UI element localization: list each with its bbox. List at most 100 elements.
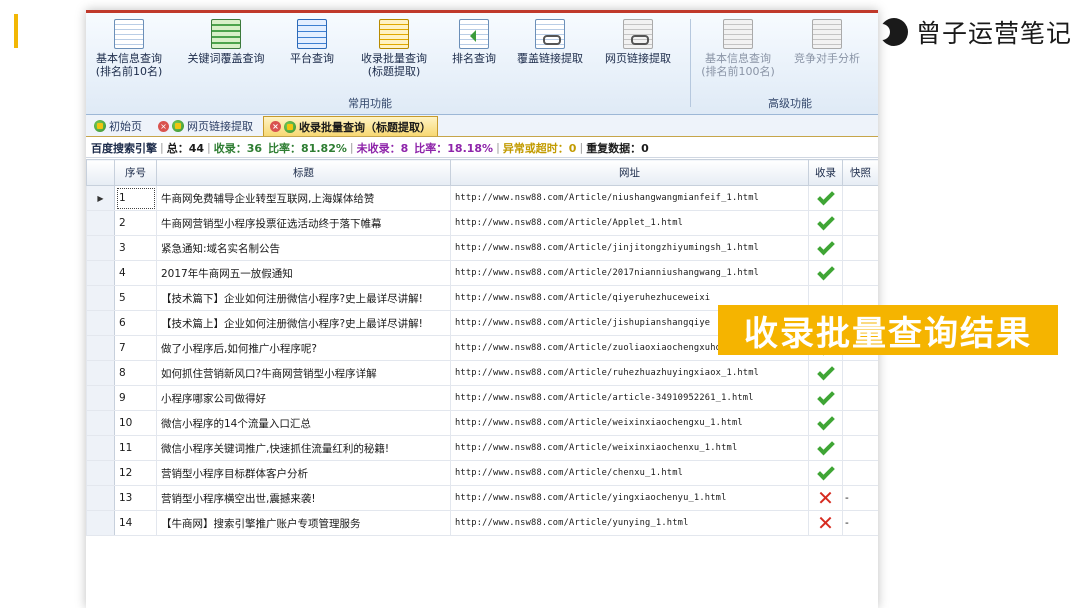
cell-indexed-status (808, 435, 843, 461)
keyword-list-icon (211, 19, 241, 49)
table-row[interactable]: 4 2017年牛商网五一放假通知 http://www.nsw88.com/Arti… (86, 260, 878, 286)
table-row[interactable]: 10 微信小程序的14个流量入口汇总 http://www.nsw88.com/Ar… (86, 410, 878, 436)
column-header-url[interactable]: 网址 (450, 159, 809, 186)
checkmark-icon (816, 212, 835, 231)
cell-indexed-status (808, 385, 843, 411)
row-indicator (86, 460, 115, 486)
cell-url: http://www.nsw88.com/Article/article-349… (450, 385, 809, 411)
search-engine-label: 百度搜索引擎 (91, 141, 157, 155)
webpage-link-extract-button[interactable]: 网页链接提取 (598, 19, 678, 65)
cell-seq: 6 (114, 310, 157, 336)
cell-snapshot (842, 260, 878, 286)
cell-title: 如何抓住营销新风口?牛商网营销型小程序详解 (156, 360, 451, 386)
checkmark-icon (816, 262, 835, 281)
group-label-common: 常用功能 (348, 97, 392, 110)
table-row[interactable]: 9 小程序哪家公司做得好 http://www.nsw88.com/Article/… (86, 385, 878, 411)
column-header-snapshot[interactable]: 快照 (842, 159, 878, 186)
indexed-rate: 比率：81.82% (268, 141, 347, 155)
cell-seq: 7 (114, 335, 157, 361)
cell-seq: 9 (114, 385, 157, 411)
coverage-link-extract-button[interactable]: 覆盖链接提取 (512, 19, 588, 65)
table-header-row: 序号 标题 网址 收录 快照 (86, 159, 878, 186)
cell-title: 2017年牛商网五一放假通知 (156, 260, 451, 286)
cell-indexed-status (808, 235, 843, 261)
row-indicator (86, 510, 115, 536)
cell-title: 紧急通知:域名实名制公告 (156, 235, 451, 261)
cell-snapshot (842, 210, 878, 236)
column-header-seq[interactable]: 序号 (114, 159, 157, 186)
row-indicator (86, 310, 115, 336)
cell-snapshot (842, 185, 878, 211)
table-row[interactable]: 11 微信小程序关键词推广,快速抓住流量红利的秘籍! http://www.nsw8… (86, 435, 878, 461)
keyword-coverage-query-button[interactable]: 关键词覆盖查询 (186, 19, 266, 65)
row-indicator (86, 385, 115, 411)
cell-title: 【牛商网】搜索引擎推广账户专项管理服务 (156, 510, 451, 536)
cell-snapshot (842, 360, 878, 386)
cell-snapshot: - (842, 510, 878, 536)
table-row[interactable]: 12 营销型小程序目标群体客户分析 http://www.nsw88.com/Art… (86, 460, 878, 486)
cell-indexed-status: ✕ (808, 485, 843, 511)
error-count: 异常或超时：0 (502, 141, 577, 155)
tab-webpage-link-extract[interactable]: × 网页链接提取 (152, 116, 259, 136)
column-header-indexed[interactable]: 收录 (808, 159, 843, 186)
checkmark-icon (816, 462, 835, 481)
cell-seq: 14 (114, 510, 157, 536)
cell-indexed-status (808, 460, 843, 486)
row-indicator (86, 360, 115, 386)
competitor-analysis-button[interactable]: 竞争对手分析 (788, 19, 866, 65)
group-label-advanced: 高级功能 (768, 97, 812, 110)
checkmark-icon (816, 187, 835, 206)
cell-title: 营销型小程序横空出世,震撼来袭! (156, 485, 451, 511)
cell-seq: 2 (114, 210, 157, 236)
cell-snapshot (842, 410, 878, 436)
basic-info-query-top100-button[interactable]: 基本信息查询 (排名前100名) (696, 19, 780, 78)
checkmark-icon (816, 412, 835, 431)
cell-snapshot (842, 435, 878, 461)
cell-seq: 4 (114, 260, 157, 286)
cell-url: http://www.nsw88.com/Article/Applet_1.ht… (450, 210, 809, 236)
close-icon[interactable]: × (158, 120, 169, 132)
table-row[interactable]: 13 营销型小程序横空出世,震撼来袭! http://www.nsw88.com/A… (86, 485, 878, 511)
row-indicator-header (86, 159, 115, 186)
cell-snapshot: - (842, 485, 878, 511)
row-indicator (86, 410, 115, 436)
cell-seq: 13 (114, 485, 157, 511)
cell-url: http://www.nsw88.com/Article/ruhezhuazhu… (450, 360, 809, 386)
platform-query-button[interactable]: 平台查询 (282, 19, 342, 65)
total-count: 总：44 (166, 141, 205, 155)
tab-batch-index-query[interactable]: × 收录批量查询（标题提取） (263, 116, 438, 136)
table-row[interactable]: 2 牛商网营销型小程序投票征选活动终于落下帷幕 http://www.nsw88.c… (86, 210, 878, 236)
cell-title: 牛商网免费辅导企业转型互联网,上海媒体给赞 (156, 185, 451, 211)
cell-indexed-status (808, 260, 843, 286)
table-row[interactable]: 3 紧急通知:域名实名制公告 http://www.nsw88.com/Articl… (86, 235, 878, 261)
cell-url: http://www.nsw88.com/Article/chenxu_1.ht… (450, 460, 809, 486)
cell-seq: 10 (114, 410, 157, 436)
result-caption-banner: 收录批量查询结果 (718, 305, 1058, 355)
cell-indexed-status (808, 410, 843, 436)
cell-seq: 12 (114, 460, 157, 486)
cell-url: http://www.nsw88.com/Article/weixinxiaoc… (450, 410, 809, 436)
cell-url: http://www.nsw88.com/Article/yingxiaoche… (450, 485, 809, 511)
close-icon[interactable]: × (270, 121, 281, 132)
checkmark-icon (816, 362, 835, 381)
table-row[interactable]: 14 【牛商网】搜索引擎推广账户专项管理服务 http://www.nsw88.co… (86, 510, 878, 536)
checkmark-icon (816, 237, 835, 256)
document-edit-icon (379, 19, 409, 49)
column-header-title[interactable]: 标题 (156, 159, 451, 186)
ranking-query-button[interactable]: 排名查询 (446, 19, 502, 65)
batch-index-query-button[interactable]: 收录批量查询 (标题提取) (356, 19, 432, 78)
cell-seq: 3 (114, 235, 157, 261)
cell-indexed-status (808, 210, 843, 236)
table-row[interactable]: 8 如何抓住营销新风口?牛商网营销型小程序详解 http://www.nsw88.c… (86, 360, 878, 386)
row-indicator (86, 210, 115, 236)
document-tabs: 初始页 × 网页链接提取 × 收录批量查询（标题提取） (86, 115, 878, 137)
cell-indexed-status (808, 185, 843, 211)
cell-url: http://www.nsw88.com/Article/weixinxiaoc… (450, 435, 809, 461)
cross-icon: ✕ (817, 511, 834, 535)
basic-info-query-button[interactable]: 基本信息查询 (排名前10名) (90, 19, 168, 78)
table-icon (723, 19, 753, 49)
checkmark-icon (816, 437, 835, 456)
table-row[interactable]: ▶ 1 牛商网免费辅导企业转型互联网,上海媒体给赞 http://www.nsw88.… (86, 185, 878, 211)
row-indicator (86, 485, 115, 511)
tab-home[interactable]: 初始页 (88, 116, 148, 136)
